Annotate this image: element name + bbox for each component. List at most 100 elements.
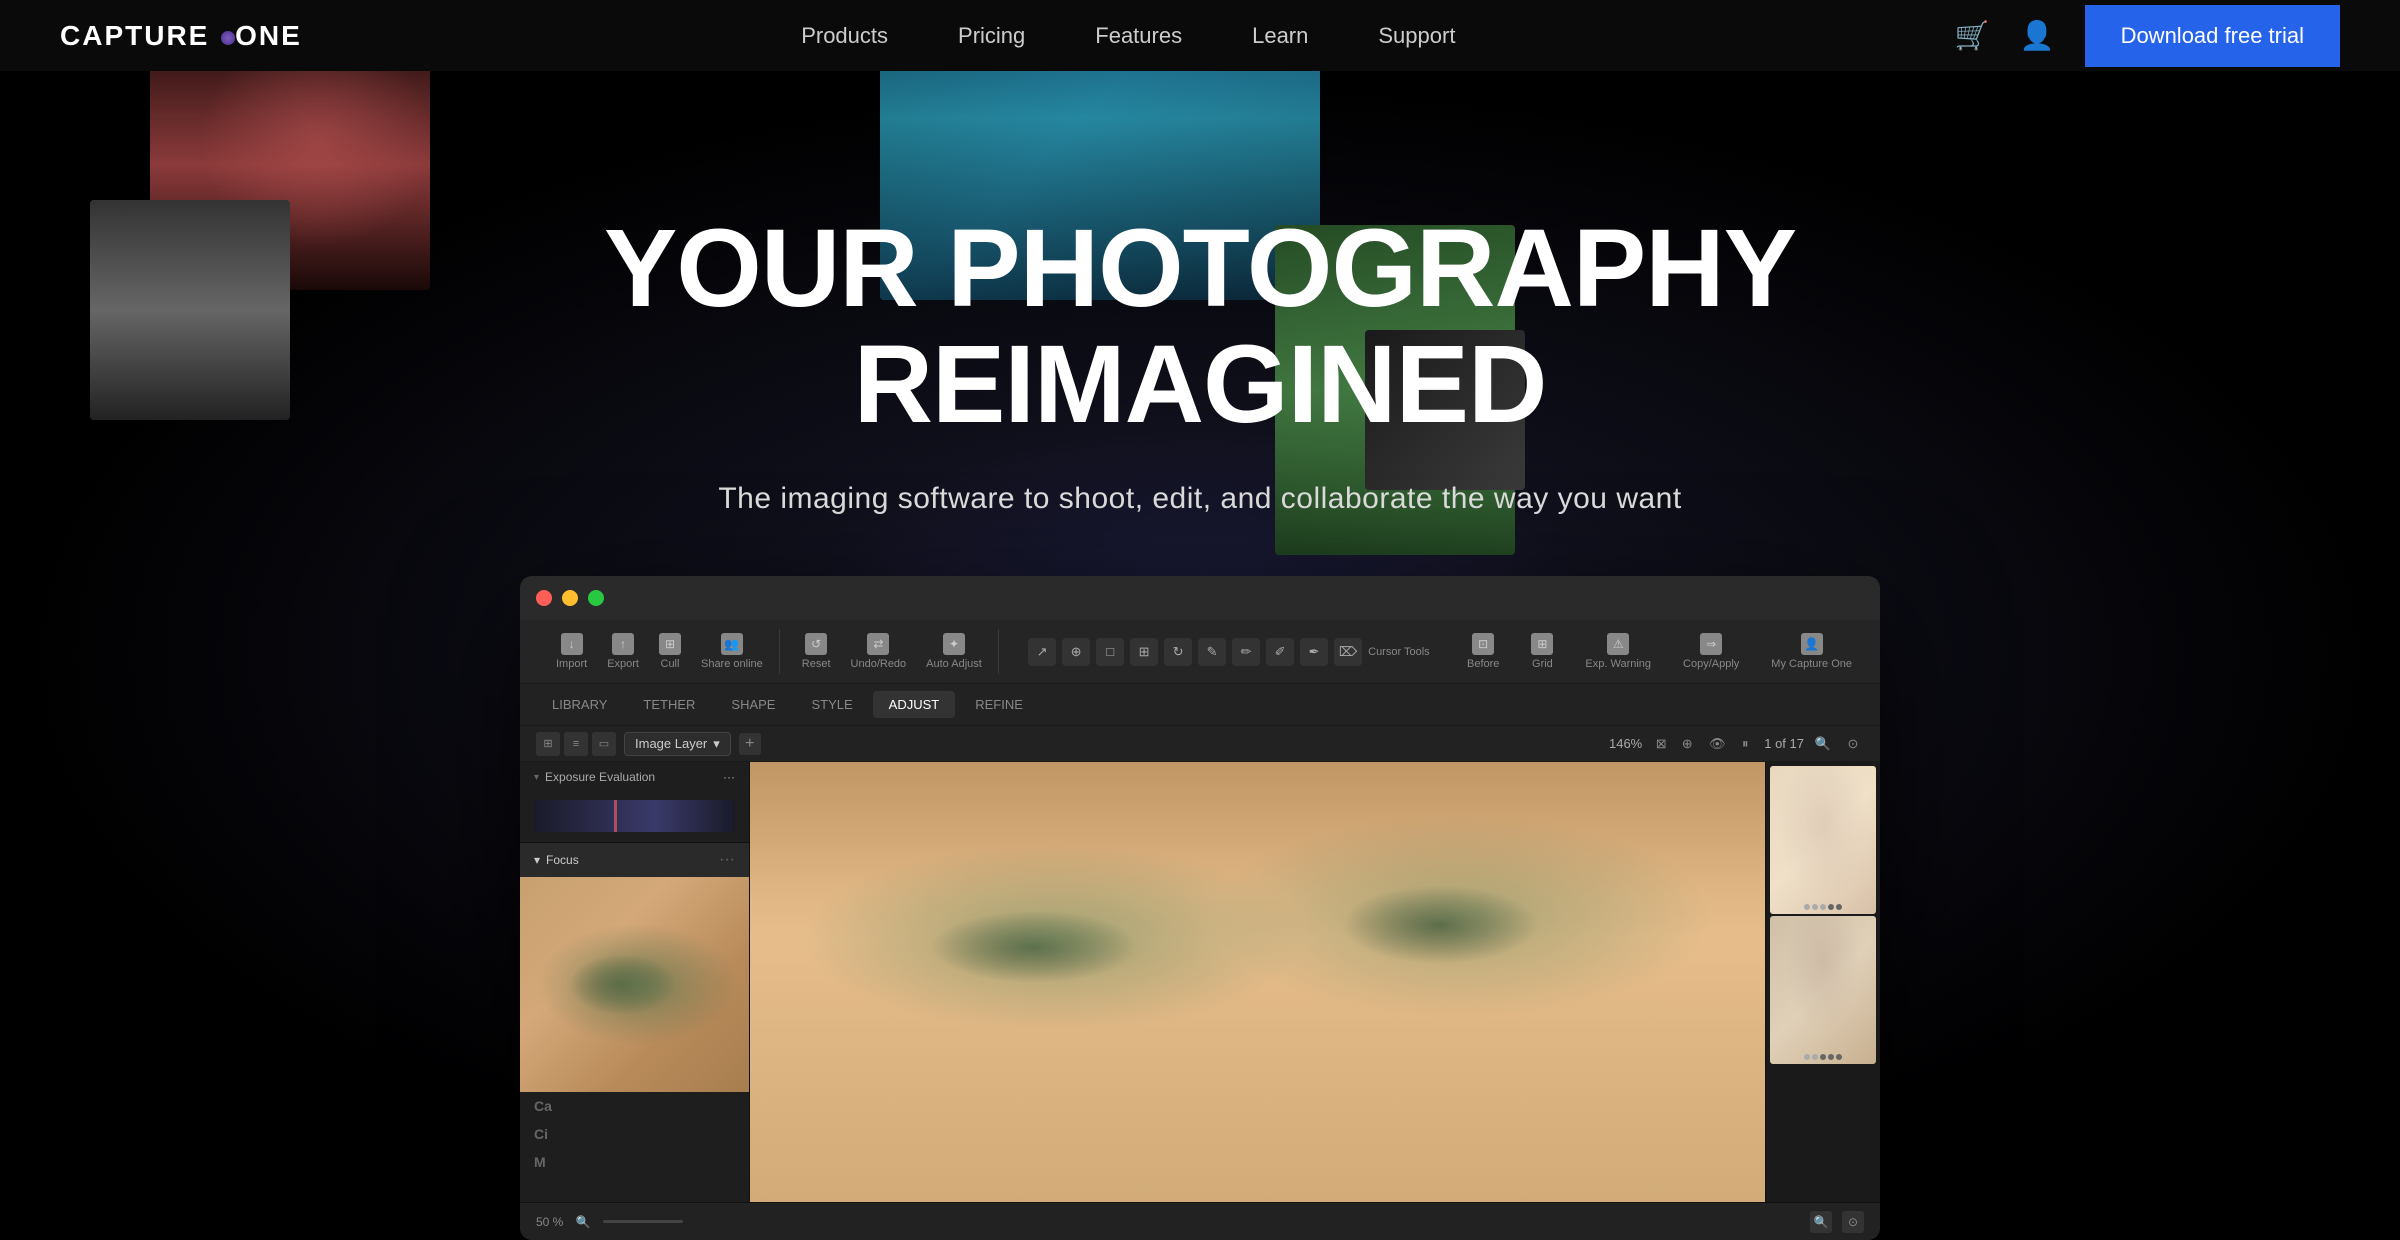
thumb-1-rating bbox=[1804, 904, 1842, 910]
cursor-tool-10[interactable]: ⌦ bbox=[1334, 638, 1362, 666]
nav-learn[interactable]: Learn bbox=[1252, 23, 1308, 49]
exp-warning-button[interactable]: ⚠ Exp. Warning bbox=[1577, 629, 1659, 674]
my-capture-label: My Capture One bbox=[1771, 658, 1852, 670]
toolbar-import-group: ↓ Import ↑ Export ⊞ Cull 👥 Share online bbox=[540, 629, 780, 674]
rating-dot-7 bbox=[1812, 1054, 1818, 1060]
app-toolbar: ↓ Import ↑ Export ⊞ Cull 👥 Share online bbox=[520, 620, 1880, 684]
share-online-button[interactable]: 👥 Share online bbox=[693, 629, 771, 674]
nav-products[interactable]: Products bbox=[801, 23, 888, 49]
import-label: Import bbox=[556, 658, 587, 670]
import-button[interactable]: ↓ Import bbox=[548, 629, 595, 674]
add-layer-button[interactable]: + bbox=[739, 733, 761, 755]
focus-title-group: ▾ Focus bbox=[534, 853, 579, 867]
view-controls: 👁 ⏸ bbox=[1706, 733, 1756, 755]
zoom-in-icon[interactable]: ⊕ bbox=[1676, 733, 1698, 755]
copy-apply-label: Copy/Apply bbox=[1683, 658, 1739, 670]
app-bottombar: 50 % 🔍 🔍 ⊙ bbox=[520, 1202, 1880, 1240]
cursor-tool-7[interactable]: ✏ bbox=[1232, 638, 1260, 666]
thumbnail-2[interactable] bbox=[1770, 916, 1876, 1064]
rating-dot-4 bbox=[1828, 904, 1834, 910]
focus-menu-icon[interactable]: ··· bbox=[719, 851, 735, 869]
filmstrip-icon[interactable]: ▭ bbox=[592, 732, 616, 756]
logo-text: CAPTURE ONE bbox=[60, 20, 302, 52]
window-maximize-btn[interactable] bbox=[588, 590, 604, 606]
zoom-out-icon[interactable]: 🔍 bbox=[573, 1212, 593, 1232]
cart-icon[interactable]: 🛒 bbox=[1955, 19, 1990, 52]
window-minimize-btn[interactable] bbox=[562, 590, 578, 606]
canvas-overlay bbox=[750, 762, 1765, 1202]
zoom-slider[interactable] bbox=[603, 1220, 683, 1223]
panel-item-ca[interactable]: Ca bbox=[520, 1092, 749, 1120]
bottom-search-icon[interactable]: 🔍 bbox=[1810, 1211, 1832, 1233]
pause-icon[interactable]: ⏸ bbox=[1734, 733, 1756, 755]
panel-item-m-label: M bbox=[534, 1154, 546, 1170]
hero-section: YOUR PHOTOGRAPHY REIMAGINED The imaging … bbox=[0, 0, 2400, 1240]
cursor-tool-8[interactable]: ✐ bbox=[1266, 638, 1294, 666]
undo-redo-button[interactable]: ⇄ Undo/Redo bbox=[843, 629, 915, 674]
nav-support[interactable]: Support bbox=[1378, 23, 1455, 49]
focus-header: ▾ Focus ··· bbox=[520, 843, 749, 877]
rotate-icon[interactable]: ⊙ bbox=[1842, 733, 1864, 755]
layer-name: Image Layer bbox=[635, 736, 707, 751]
exposure-menu-icon[interactable]: ··· bbox=[723, 770, 735, 784]
panel-item-ci[interactable]: Ci bbox=[520, 1120, 749, 1148]
exposure-arrow-icon: ▾ bbox=[534, 772, 539, 783]
grid-icon: ⊞ bbox=[1531, 633, 1553, 655]
logo[interactable]: CAPTURE ONE bbox=[60, 20, 302, 52]
exposure-graph bbox=[520, 792, 749, 842]
cursor-tool-4[interactable]: ⊞ bbox=[1130, 638, 1158, 666]
export-button[interactable]: ↑ Export bbox=[599, 629, 647, 674]
reset-button[interactable]: ↺ Reset bbox=[794, 629, 839, 674]
exposure-header[interactable]: ▾ Exposure Evaluation ··· bbox=[520, 762, 749, 792]
undo-redo-label: Undo/Redo bbox=[851, 658, 907, 670]
rating-dot-6 bbox=[1804, 1054, 1810, 1060]
rating-dot-10 bbox=[1836, 1054, 1842, 1060]
my-capture-one-button[interactable]: 👤 My Capture One bbox=[1763, 629, 1860, 674]
list-view-icon[interactable]: ≡ bbox=[564, 732, 588, 756]
tab-shape[interactable]: SHAPE bbox=[715, 691, 791, 718]
zoom-info: 146% ⊠ ⊕ 👁 ⏸ 1 of 17 🔍 ⊙ bbox=[1609, 733, 1864, 755]
nav-features[interactable]: Features bbox=[1095, 23, 1182, 49]
bottom-filter-icon[interactable]: ⊙ bbox=[1842, 1211, 1864, 1233]
cursor-tool-5[interactable]: ↻ bbox=[1164, 638, 1192, 666]
panel-item-m[interactable]: M bbox=[520, 1148, 749, 1176]
search-small-icon[interactable]: 🔍 bbox=[1812, 733, 1834, 755]
app-titlebar bbox=[520, 576, 1880, 620]
focus-arrow-icon: ▾ bbox=[534, 853, 540, 867]
tab-tether[interactable]: TETHER bbox=[627, 691, 711, 718]
panel-item-ca-label: Ca bbox=[534, 1098, 552, 1114]
copy-apply-button[interactable]: ⇒ Copy/Apply bbox=[1675, 629, 1747, 674]
cursor-tool-1[interactable]: ↗ bbox=[1028, 638, 1056, 666]
reset-icon: ↺ bbox=[805, 633, 827, 655]
nav-links: Products Pricing Features Learn Support bbox=[801, 23, 1455, 49]
thumbnail-1[interactable] bbox=[1770, 766, 1876, 914]
auto-adjust-icon: ✦ bbox=[943, 633, 965, 655]
cull-button[interactable]: ⊞ Cull bbox=[651, 629, 689, 674]
zoom-fit-icon[interactable]: ⊠ bbox=[1650, 733, 1672, 755]
eye-icon[interactable]: 👁 bbox=[1706, 733, 1728, 755]
tab-library[interactable]: LIBRARY bbox=[536, 691, 623, 718]
cursor-tool-3[interactable]: □ bbox=[1096, 638, 1124, 666]
grid-view-icon[interactable]: ⊞ bbox=[536, 732, 560, 756]
download-cta-button[interactable]: Download free trial bbox=[2085, 5, 2340, 67]
navigation: CAPTURE ONE Products Pricing Features Le… bbox=[0, 0, 2400, 71]
cursor-tool-2[interactable]: ⊕ bbox=[1062, 638, 1090, 666]
auto-adjust-button[interactable]: ✦ Auto Adjust bbox=[918, 629, 990, 674]
cursor-tool-9[interactable]: ✒ bbox=[1300, 638, 1328, 666]
rating-dot-1 bbox=[1804, 904, 1810, 910]
window-close-btn[interactable] bbox=[536, 590, 552, 606]
grid-button[interactable]: ⊞ Grid bbox=[1523, 629, 1561, 674]
auto-adjust-label: Auto Adjust bbox=[926, 658, 982, 670]
reset-label: Reset bbox=[802, 658, 831, 670]
tab-adjust[interactable]: ADJUST bbox=[873, 691, 956, 718]
account-icon[interactable]: 👤 bbox=[2020, 19, 2055, 52]
focus-title: Focus bbox=[546, 853, 579, 867]
before-label: Before bbox=[1467, 658, 1499, 670]
cursor-tool-6[interactable]: ✎ bbox=[1198, 638, 1226, 666]
before-button[interactable]: ⊡ Before bbox=[1459, 629, 1507, 674]
tab-style[interactable]: STYLE bbox=[795, 691, 868, 718]
layer-selector[interactable]: Image Layer ▾ bbox=[624, 732, 731, 756]
tab-refine[interactable]: REFINE bbox=[959, 691, 1039, 718]
nav-pricing[interactable]: Pricing bbox=[958, 23, 1025, 49]
rating-dot-9 bbox=[1828, 1054, 1834, 1060]
